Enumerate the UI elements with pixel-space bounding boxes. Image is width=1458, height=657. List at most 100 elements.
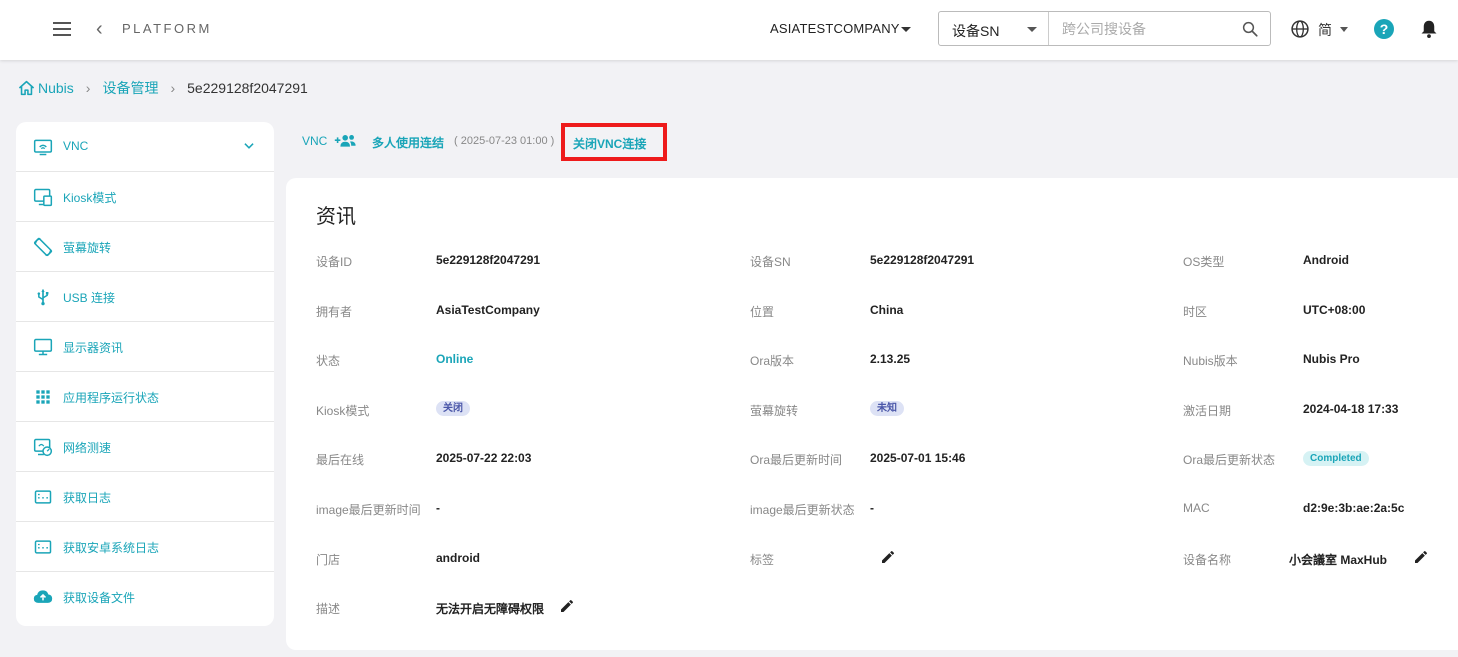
ora-version-label: Ora版本 bbox=[750, 354, 795, 368]
sidebar: VNC Kiosk模式 萤幕旋转 USB 连接 显示器资讯 应用程序运行状态 网… bbox=[16, 122, 274, 626]
nubis-version-value: Nubis Pro bbox=[1303, 352, 1360, 366]
image-update-time-value: - bbox=[436, 501, 440, 515]
search-type-select[interactable]: 设备SN bbox=[939, 12, 1049, 45]
platform-title: PLATFORM bbox=[122, 21, 212, 36]
edit-device-name-icon[interactable] bbox=[1413, 549, 1429, 565]
tags-label: 标签 bbox=[750, 553, 775, 567]
device-sn-label: 设备SN bbox=[750, 255, 791, 269]
chevron-down-icon[interactable] bbox=[1340, 27, 1348, 32]
android-log-icon bbox=[34, 540, 52, 554]
sidebar-item-label: 获取日志 bbox=[63, 491, 112, 505]
status-label: 状态 bbox=[316, 354, 341, 368]
usb-icon bbox=[37, 289, 49, 306]
add-user-icon[interactable] bbox=[334, 132, 358, 150]
image-update-status-value: - bbox=[870, 501, 874, 515]
vnc-timestamp: ( 2025-07-23 01:00 ) bbox=[454, 135, 555, 147]
device-id-value: 5e229128f2047291 bbox=[436, 253, 541, 267]
timezone-value: UTC+08:00 bbox=[1303, 303, 1366, 317]
ora-version-value: 2.13.25 bbox=[870, 352, 911, 366]
store-value: android bbox=[436, 551, 480, 565]
sidebar-item-vnc[interactable]: VNC bbox=[16, 122, 274, 172]
location-label: 位置 bbox=[750, 305, 775, 319]
status-value: Online bbox=[436, 352, 474, 366]
ora-update-time-label: Ora最后更新时间 bbox=[750, 453, 843, 467]
apps-grid-icon bbox=[36, 390, 50, 404]
sidebar-item-label: 获取设备文件 bbox=[63, 591, 136, 605]
menu-icon[interactable] bbox=[53, 22, 71, 36]
image-update-status-label: image最后更新状态 bbox=[750, 503, 855, 517]
os-type-label: OS类型 bbox=[1183, 255, 1225, 269]
sidebar-item-network-speed[interactable]: 网络测速 bbox=[16, 422, 274, 472]
description-label: 描述 bbox=[316, 602, 341, 616]
sidebar-item-label: 萤幕旋转 bbox=[63, 241, 112, 255]
breadcrumb-device-management[interactable]: 设备管理 bbox=[102, 78, 158, 98]
multi-user-link[interactable]: 多人使用连结 bbox=[372, 134, 444, 151]
home-icon[interactable] bbox=[18, 80, 35, 96]
help-icon[interactable]: ? bbox=[1374, 19, 1394, 39]
close-vnc-label: 关闭VNC连接 bbox=[573, 137, 647, 151]
globe-icon[interactable] bbox=[1290, 19, 1310, 39]
screen-rotation-badge: 未知 bbox=[870, 401, 904, 416]
activation-date-label: 激活日期 bbox=[1183, 404, 1232, 418]
last-online-label: 最后在线 bbox=[316, 453, 365, 467]
edit-tags-icon[interactable] bbox=[880, 549, 896, 565]
sidebar-item-get-android-log[interactable]: 获取安卓系统日志 bbox=[16, 522, 274, 572]
device-name-value: 小会議室 MaxHub bbox=[1289, 553, 1388, 567]
image-update-time-label: image最后更新时间 bbox=[316, 503, 421, 517]
cloud-upload-icon bbox=[33, 590, 53, 603]
sidebar-item-label: USB 连接 bbox=[63, 291, 116, 305]
sidebar-item-label: VNC bbox=[63, 139, 89, 153]
last-online-value: 2025-07-22 22:03 bbox=[436, 451, 532, 465]
sidebar-item-label: 网络测速 bbox=[63, 441, 112, 455]
network-speed-icon bbox=[33, 438, 53, 457]
search-type-label: 设备SN bbox=[952, 23, 1000, 39]
vnc-link[interactable]: VNC bbox=[302, 134, 327, 148]
sidebar-item-label: 获取安卓系统日志 bbox=[63, 541, 160, 555]
chevron-down-icon[interactable] bbox=[242, 139, 256, 153]
sidebar-item-get-device-files[interactable]: 获取设备文件 bbox=[16, 572, 274, 622]
sidebar-item-monitor[interactable]: 显示器资讯 bbox=[16, 322, 274, 372]
edit-description-icon[interactable] bbox=[559, 598, 575, 614]
kiosk-mode-badge: 关闭 bbox=[436, 401, 470, 416]
sidebar-item-get-log[interactable]: 获取日志 bbox=[16, 472, 274, 522]
breadcrumb-current: 5e229128f2047291 bbox=[187, 80, 308, 96]
breadcrumb-home[interactable]: Nubis bbox=[38, 80, 74, 96]
sidebar-item-usb[interactable]: USB 连接 bbox=[16, 272, 274, 322]
location-value: China bbox=[870, 303, 904, 317]
vnc-icon bbox=[33, 139, 53, 156]
chevron-down-icon[interactable] bbox=[901, 27, 911, 32]
company-selector[interactable]: ASIATESTCOMPANY bbox=[770, 21, 900, 36]
ora-update-time-value: 2025-07-01 15:46 bbox=[870, 451, 966, 465]
timezone-label: 时区 bbox=[1183, 305, 1208, 319]
device-name-label: 设备名称 bbox=[1183, 553, 1232, 567]
sidebar-item-kiosk[interactable]: Kiosk模式 bbox=[16, 172, 274, 222]
breadcrumb-separator-icon: › bbox=[170, 80, 176, 96]
sidebar-item-screen-rotation[interactable]: 萤幕旋转 bbox=[16, 222, 274, 272]
panel-title: 资讯 bbox=[316, 206, 356, 228]
breadcrumb: Nubis › 设备管理 › 5e229128f2047291 bbox=[18, 78, 308, 98]
kiosk-icon bbox=[33, 188, 53, 207]
info-panel: 资讯 设备ID 5e229128f2047291 设备SN 5e229128f2… bbox=[286, 178, 1458, 650]
search-input[interactable] bbox=[1050, 12, 1235, 45]
back-chevron-icon[interactable]: ‹ bbox=[96, 18, 103, 40]
sidebar-item-label: 应用程序运行状态 bbox=[63, 391, 160, 405]
sidebar-item-label: 显示器资讯 bbox=[63, 341, 124, 355]
os-type-value: Android bbox=[1303, 253, 1349, 267]
device-id-label: 设备ID bbox=[316, 255, 353, 269]
ora-update-status-label: Ora最后更新状态 bbox=[1183, 453, 1276, 467]
device-sn-value: 5e229128f2047291 bbox=[870, 253, 975, 267]
bell-icon[interactable] bbox=[1420, 19, 1438, 39]
nubis-version-label: Nubis版本 bbox=[1183, 354, 1238, 368]
sidebar-item-app-status[interactable]: 应用程序运行状态 bbox=[16, 372, 274, 422]
owner-label: 拥有者 bbox=[316, 305, 353, 319]
description-value: 无法开启无障碍权限 bbox=[436, 602, 545, 616]
activation-date-value: 2024-04-18 17:33 bbox=[1303, 402, 1399, 416]
language-selector[interactable]: 简 bbox=[1318, 20, 1332, 40]
ora-update-status-badge: Completed bbox=[1303, 451, 1369, 466]
screen-rotation-icon bbox=[33, 237, 53, 257]
search-icon[interactable] bbox=[1241, 20, 1259, 38]
screen-rotation-label: 萤幕旋转 bbox=[750, 404, 799, 418]
close-vnc-button[interactable]: 关闭VNC连接 bbox=[561, 123, 667, 161]
sidebar-item-label: Kiosk模式 bbox=[63, 191, 117, 205]
monitor-icon bbox=[33, 338, 53, 356]
